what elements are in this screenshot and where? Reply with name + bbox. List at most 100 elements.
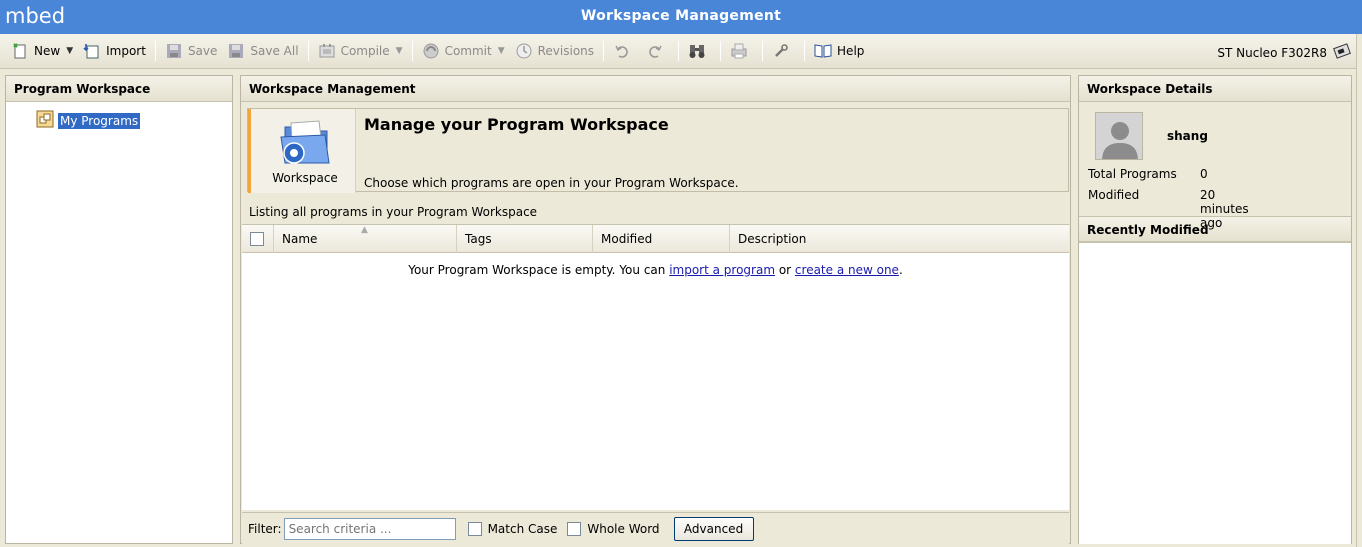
modified-row: Modified 20 minutes ago — [1088, 188, 1249, 230]
total-programs-value: 0 — [1200, 167, 1208, 181]
commit-icon — [422, 42, 440, 60]
total-programs-label: Total Programs — [1088, 167, 1177, 181]
create-new-program-link[interactable]: create a new one — [795, 263, 899, 277]
toolbar-separator — [804, 41, 806, 61]
import-icon — [83, 42, 101, 60]
modified-label: Modified — [1088, 188, 1140, 202]
title-bar: mbed Workspace Management — [0, 0, 1362, 34]
save-all-button[interactable]: Save All — [222, 38, 303, 64]
avatar — [1095, 112, 1143, 160]
workspace-tab[interactable]: Workspace — [248, 109, 356, 193]
workspace-management-panel: Workspace Management Workspace Manage yo… — [240, 75, 1071, 544]
column-header-name[interactable]: ▲ Name — [274, 224, 457, 253]
column-header-label: Name — [282, 231, 318, 246]
settings-button[interactable] — [767, 38, 800, 64]
import-button-label: Import — [106, 44, 146, 58]
modified-value: 20 minutes ago — [1200, 188, 1249, 230]
select-all-checkbox[interactable] — [250, 232, 264, 246]
commit-button-label: Commit — [444, 44, 492, 58]
new-button[interactable]: New ▼ — [6, 38, 78, 64]
window-scrollbar[interactable] — [1356, 34, 1362, 547]
total-programs-row: Total Programs 0 — [1088, 167, 1208, 181]
match-case-checkbox[interactable] — [467, 521, 482, 536]
toolbar-separator — [307, 41, 309, 61]
select-all-cell — [242, 224, 274, 253]
toolbar-separator — [411, 41, 413, 61]
help-book-icon — [814, 42, 832, 60]
import-button[interactable]: Import — [78, 38, 151, 64]
save-all-disk-icon — [227, 42, 245, 60]
board-icon — [1332, 42, 1352, 63]
save-all-button-label: Save All — [250, 44, 299, 58]
programs-table: ▲ Name Tags Modified Description Your Pr… — [242, 224, 1069, 510]
empty-message-middle: or — [775, 263, 795, 277]
whole-word-checkbox[interactable] — [567, 521, 582, 536]
undo-icon — [613, 42, 631, 60]
column-header-tags[interactable]: Tags — [457, 224, 593, 253]
workspace-details-body: shang Total Programs 0 Modified 20 minut… — [1079, 102, 1351, 230]
search-input[interactable] — [283, 517, 456, 540]
binoculars-icon — [688, 42, 706, 60]
workspace-tab-label: Workspace — [272, 171, 338, 185]
platform-selector[interactable]: ST Nucleo F302R8 — [1217, 42, 1352, 63]
listing-caption: Listing all programs in your Program Wor… — [249, 205, 538, 219]
programs-folder-icon — [36, 110, 54, 131]
table-header: ▲ Name Tags Modified Description — [242, 224, 1069, 253]
empty-workspace-message: Your Program Workspace is empty. You can… — [242, 253, 1069, 277]
column-header-label: Description — [738, 231, 807, 246]
save-disk-icon — [165, 42, 183, 60]
program-workspace-panel: Program Workspace My Programs — [5, 75, 233, 544]
redo-button[interactable] — [641, 38, 674, 64]
compile-button[interactable]: Compile ▼ — [313, 38, 408, 64]
print-button[interactable] — [725, 38, 758, 64]
window-title: Workspace Management — [580, 8, 782, 24]
toolbar-separator — [720, 41, 722, 61]
compile-icon — [318, 42, 336, 60]
workspace-folder-icon — [277, 117, 333, 170]
whole-word-label: Whole Word — [587, 521, 660, 536]
import-program-link[interactable]: import a program — [669, 263, 775, 277]
revisions-clock-icon — [515, 42, 533, 60]
commit-dropdown-caret-icon[interactable]: ▼ — [498, 46, 505, 56]
new-file-icon — [11, 42, 29, 60]
tree-item-label: My Programs — [58, 112, 141, 129]
find-button[interactable] — [683, 38, 716, 64]
column-header-label: Modified — [601, 231, 653, 246]
toolbar-separator — [603, 41, 605, 61]
match-case-label: Match Case — [487, 521, 558, 536]
filter-label: Filter: — [248, 521, 282, 536]
revisions-button[interactable]: Revisions — [510, 38, 599, 64]
new-dropdown-caret-icon[interactable]: ▼ — [66, 46, 73, 56]
column-header-description[interactable]: Description — [730, 225, 1069, 253]
username: shang — [1167, 129, 1208, 143]
empty-message-prefix: Your Program Workspace is empty. You can — [408, 263, 670, 277]
toolbar-separator — [154, 41, 156, 61]
tree-item-my-programs[interactable]: My Programs — [36, 110, 141, 131]
compile-button-label: Compile — [340, 44, 390, 58]
advanced-button[interactable]: Advanced — [673, 516, 754, 541]
commit-button[interactable]: Commit ▼ — [417, 38, 510, 64]
compile-dropdown-caret-icon[interactable]: ▼ — [396, 46, 403, 56]
toolbar: New ▼ Import Save Save All Compile ▼ Com… — [0, 34, 1362, 69]
toolbar-separator — [762, 41, 764, 61]
program-workspace-header: Program Workspace — [6, 76, 232, 102]
filter-bar: Filter: Match Case Whole Word Advanced — [242, 512, 1069, 544]
printer-icon — [730, 42, 748, 60]
recently-modified-list — [1079, 242, 1351, 544]
column-header-modified[interactable]: Modified — [593, 224, 730, 253]
platform-name: ST Nucleo F302R8 — [1217, 45, 1327, 60]
workspace-details-panel: Workspace Details shang Total Programs 0… — [1078, 75, 1352, 544]
help-button-label: Help — [837, 44, 865, 58]
sort-ascending-icon: ▲ — [361, 224, 368, 235]
save-button[interactable]: Save — [160, 38, 222, 64]
workspace-management-header: Workspace Management — [241, 76, 1070, 102]
banner-heading: Manage your Program Workspace — [364, 115, 669, 134]
workspace-details-header: Workspace Details — [1079, 76, 1351, 102]
new-button-label: New — [34, 44, 61, 58]
redo-icon — [646, 42, 664, 60]
banner-description: Choose which programs are open in your P… — [364, 176, 739, 190]
help-button[interactable]: Help — [809, 38, 869, 64]
column-header-label: Tags — [465, 231, 492, 246]
revisions-button-label: Revisions — [537, 44, 595, 58]
undo-button[interactable] — [608, 38, 641, 64]
